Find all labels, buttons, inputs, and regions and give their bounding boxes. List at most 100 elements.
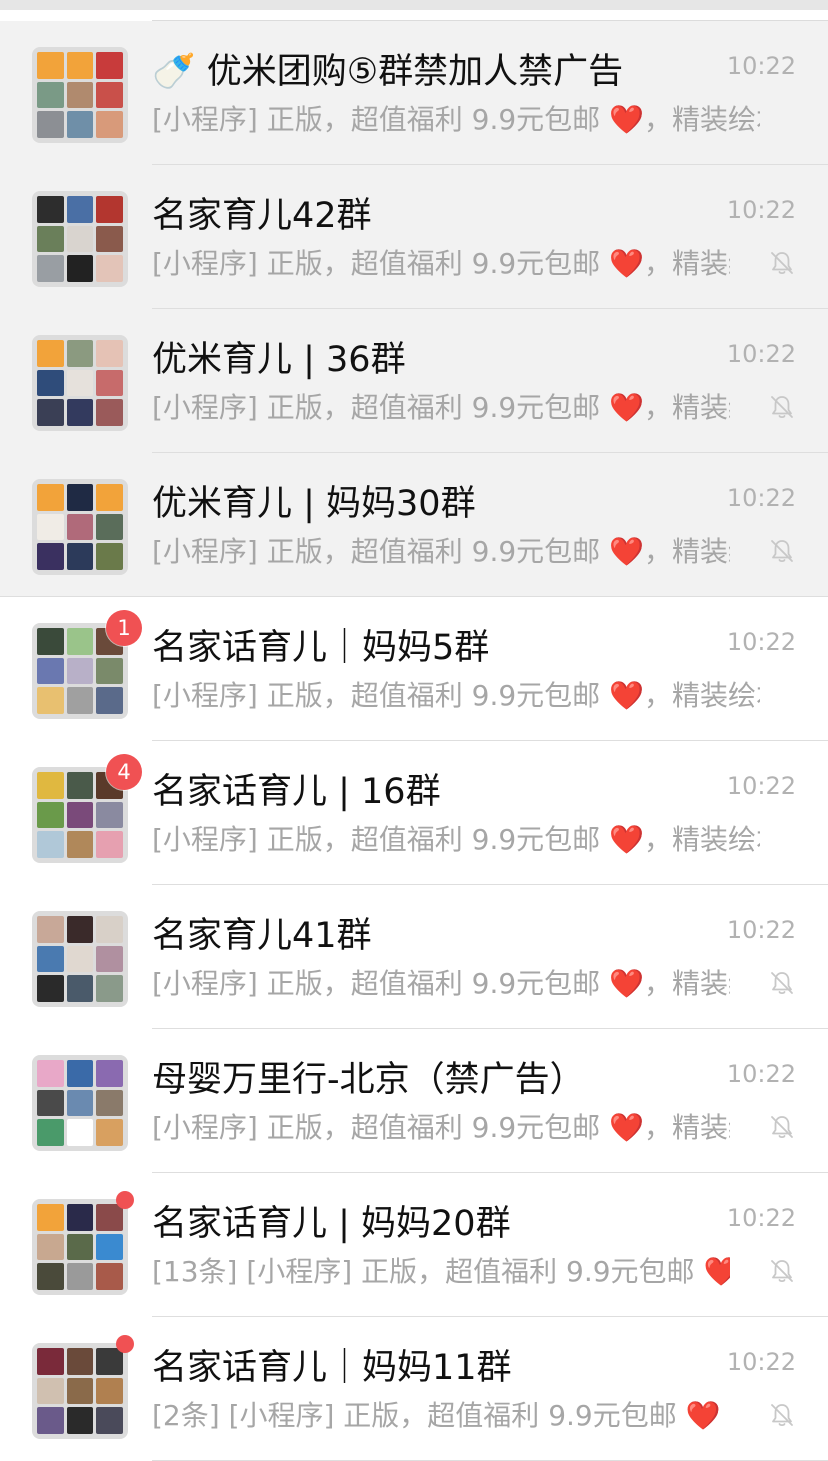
avatar-tile: [66, 687, 94, 714]
unread-dot: [116, 1191, 134, 1209]
top-scroll-edge: [0, 0, 828, 10]
avatar-tile: [66, 1089, 94, 1117]
chat-row[interactable]: 4 名家话育儿 | 16群 10:22 [小程序] 正版，超值福利 9.9元包邮…: [0, 741, 828, 885]
chat-title: 名家育儿42群: [152, 196, 372, 236]
avatar-tile: [66, 628, 94, 655]
avatar-tile: [37, 772, 64, 799]
avatar-tile: [37, 1407, 64, 1434]
avatar-tile: [37, 657, 64, 685]
bell-muted-icon: [771, 396, 793, 419]
avatar-tile: [37, 1377, 64, 1405]
avatar-tile: [37, 399, 64, 426]
avatar-tile: [37, 801, 64, 829]
chat-title: 名家育儿41群: [152, 916, 372, 956]
chat-title: 名家话育儿 | 16群: [152, 772, 441, 812]
avatar-tile: [66, 340, 94, 367]
avatar-tile: [96, 1089, 123, 1117]
avatar-tile: [37, 916, 64, 943]
avatar-tile: [96, 1407, 123, 1434]
avatar-tile: [37, 975, 64, 1002]
chat-title: 名家话育儿 | 妈妈20群: [152, 1204, 511, 1244]
chat-time: 10:22: [726, 1348, 796, 1376]
chat-list: 🍼 优米团购⑤群禁加人禁广告 10:22 [小程序] 正版，超值福利 9.9元包…: [0, 21, 828, 1461]
avatar-tile: [66, 399, 94, 426]
chat-row[interactable]: 母婴万里行-北京（禁广告） 10:22 [小程序] 正版，超值福利 9.9元包邮…: [0, 1029, 828, 1173]
group-avatar[interactable]: [32, 335, 128, 431]
chat-row[interactable]: 优米育儿 | 36群 10:22 [小程序] 正版，超值福利 9.9元包邮 ❤️…: [0, 309, 828, 453]
bell-muted-icon: [771, 972, 793, 995]
group-avatar[interactable]: [32, 911, 128, 1007]
avatar-tile: [96, 255, 123, 282]
avatar-tile: [96, 1348, 123, 1375]
bell-muted-icon: [771, 1260, 793, 1283]
message-preview: [小程序] 正版，超值福利 9.9元包邮 ❤️，精装绘本: [152, 535, 730, 568]
avatar-tile: [37, 196, 64, 223]
bell-muted-icon: [771, 540, 793, 563]
chat-row[interactable]: 🍼 优米团购⑤群禁加人禁广告 10:22 [小程序] 正版，超值福利 9.9元包…: [0, 21, 828, 165]
avatar-tile: [96, 1377, 123, 1405]
unread-count-badge: 4: [106, 754, 142, 790]
group-avatar[interactable]: [32, 1055, 128, 1151]
avatar-tile: [37, 1204, 64, 1231]
chat-row[interactable]: 优米育儿 | 妈妈30群 10:22 [小程序] 正版，超值福利 9.9元包邮 …: [0, 453, 828, 597]
chat-row[interactable]: 名家育儿41群 10:22 [小程序] 正版，超值福利 9.9元包邮 ❤️，精装…: [0, 885, 828, 1029]
avatar-tile: [96, 945, 123, 973]
bell-muted-icon: [771, 1404, 793, 1427]
avatar-tile: [66, 1060, 94, 1087]
chat-row[interactable]: 名家育儿42群 10:22 [小程序] 正版，超值福利 9.9元包邮 ❤️，精装…: [0, 165, 828, 309]
avatar-tile: [66, 1233, 94, 1261]
chat-row[interactable]: 1 名家话育儿｜妈妈5群 10:22 [小程序] 正版，超值福利 9.9元包邮 …: [0, 597, 828, 741]
avatar-tile: [66, 81, 94, 109]
chat-row[interactable]: 名家话育儿｜妈妈11群 10:22 [2条] [小程序] 正版，超值福利 9.9…: [0, 1317, 828, 1461]
avatar-tile: [96, 543, 123, 570]
avatar-tile: [66, 975, 94, 1002]
avatar-tile: [66, 916, 94, 943]
chat-title: 名家话育儿｜妈妈11群: [152, 1348, 512, 1388]
avatar-tile: [96, 831, 123, 858]
avatar-tile: [96, 369, 123, 397]
avatar-tile: [66, 52, 94, 79]
avatar-tile: [37, 1263, 64, 1290]
avatar-tile: [37, 628, 64, 655]
avatar-tile: [96, 399, 123, 426]
message-preview: [小程序] 正版，超值福利 9.9元包邮 ❤️，精装绘本: [152, 103, 760, 136]
avatar-tile: [66, 1119, 94, 1146]
avatar-tile: [37, 255, 64, 282]
message-preview: [2条] [小程序] 正版，超值福利 9.9元包邮 ❤️: [152, 1399, 721, 1432]
avatar-tile: [37, 81, 64, 109]
unread-count-badge: 1: [106, 610, 142, 646]
avatar-tile: [96, 1060, 123, 1087]
chat-time: 10:22: [726, 484, 796, 512]
chat-title: 优米育儿 | 36群: [152, 340, 406, 380]
avatar-tile: [37, 1060, 64, 1087]
avatar-tile: [66, 801, 94, 829]
avatar-tile: [96, 340, 123, 367]
group-avatar[interactable]: [32, 47, 128, 143]
avatar-tile: [66, 772, 94, 799]
message-preview: [小程序] 正版，超值福利 9.9元包邮 ❤️，精装绘本: [152, 823, 760, 856]
message-preview: [13条] [小程序] 正版，超值福利 9.9元包邮 ❤️: [152, 1255, 730, 1288]
message-preview: [小程序] 正版，超值福利 9.9元包邮 ❤️，精装绘本: [152, 247, 730, 280]
message-preview: [小程序] 正版，超值福利 9.9元包邮 ❤️，精装绘本: [152, 679, 760, 712]
avatar-tile: [37, 1089, 64, 1117]
group-avatar[interactable]: [32, 479, 128, 575]
avatar-tile: [96, 111, 123, 138]
avatar-tile: [37, 369, 64, 397]
chat-row[interactable]: 名家话育儿 | 妈妈20群 10:22 [13条] [小程序] 正版，超值福利 …: [0, 1173, 828, 1317]
avatar-tile: [37, 945, 64, 973]
group-avatar[interactable]: [32, 191, 128, 287]
group-avatar[interactable]: [32, 1343, 128, 1439]
bell-muted-icon: [771, 252, 793, 275]
avatar-tile: [66, 196, 94, 223]
avatar-tile: [37, 687, 64, 714]
avatar-tile: [66, 543, 94, 570]
avatar-tile: [66, 657, 94, 685]
avatar-tile: [37, 111, 64, 138]
group-avatar[interactable]: [32, 1199, 128, 1295]
message-preview: [小程序] 正版，超值福利 9.9元包邮 ❤️，精装绘本: [152, 1111, 730, 1144]
avatar-tile: [96, 1263, 123, 1290]
avatar-tile: [96, 801, 123, 829]
avatar-tile: [37, 1348, 64, 1375]
message-preview: [小程序] 正版，超值福利 9.9元包邮 ❤️，精装绘本: [152, 967, 730, 1000]
avatar-tile: [66, 225, 94, 253]
